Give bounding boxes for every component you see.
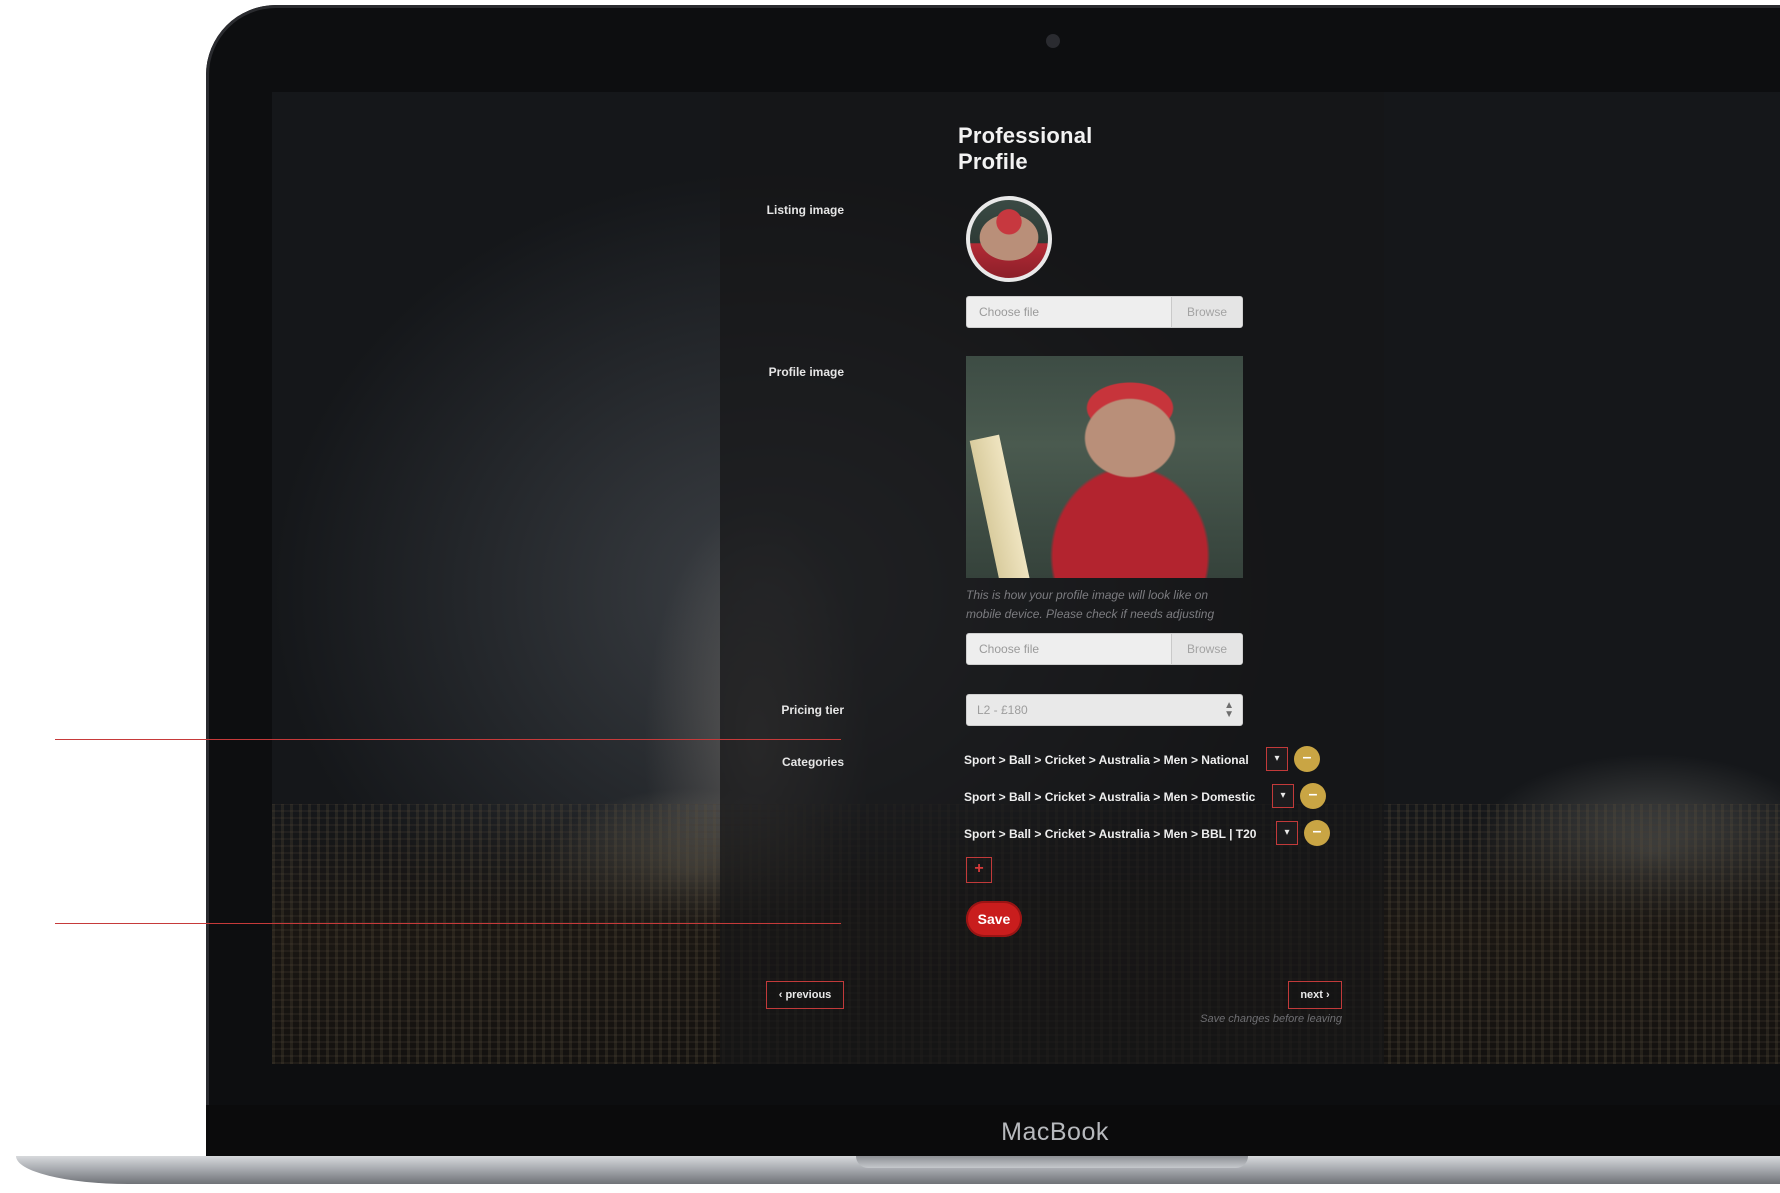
browse-button[interactable]: Browse [1171, 634, 1242, 664]
listing-image-file-input[interactable]: Choose file Browse [966, 296, 1243, 328]
categories-label: Categories [781, 755, 844, 769]
category-path: Sport > Ball > Cricket > Australia > Men… [964, 790, 1256, 804]
profile-image-preview [966, 356, 1243, 578]
category-remove-button[interactable]: – [1304, 820, 1330, 846]
camera-icon [1046, 34, 1060, 48]
category-path: Sport > Ball > Cricket > Australia > Men… [964, 753, 1249, 767]
callout-line [55, 739, 841, 740]
form-panel [720, 92, 1384, 1064]
cricket-bat-graphic [969, 434, 1033, 578]
profile-image-hint: This is how your profile image will look… [966, 588, 1215, 621]
select-arrows-icon: ▲ ▼ [1224, 700, 1234, 720]
pricing-tier-label: Pricing tier [781, 703, 844, 717]
device-brand: MacBook [1001, 1118, 1109, 1146]
category-dropdown-icon[interactable]: ▾ [1272, 784, 1294, 808]
pricing-tier-select[interactable]: L2 - £180 ▲ ▼ [966, 694, 1243, 726]
profile-image-file-input[interactable]: Choose file Browse [966, 633, 1243, 665]
add-category-button[interactable]: + [966, 857, 992, 883]
browse-button[interactable]: Browse [1171, 297, 1242, 327]
next-label: next [1300, 989, 1323, 1001]
pricing-tier-value: L2 - £180 [977, 703, 1028, 717]
previous-button[interactable]: ‹ previous [766, 981, 844, 1009]
category-dropdown-icon[interactable]: ▾ [1266, 747, 1288, 771]
file-placeholder: Choose file [979, 642, 1040, 656]
category-dropdown-icon[interactable]: ▾ [1276, 821, 1298, 845]
category-remove-button[interactable]: – [1294, 746, 1320, 772]
previous-label: previous [785, 989, 832, 1001]
next-button[interactable]: next › [1288, 981, 1342, 1009]
category-remove-button[interactable]: – [1300, 783, 1326, 809]
listing-image-label: Listing image [766, 203, 844, 217]
page-title: Professional Profile [958, 123, 1093, 174]
save-reminder-note: Save changes before leaving [1200, 1013, 1342, 1025]
category-path: Sport > Ball > Cricket > Australia > Men… [964, 827, 1257, 841]
laptop-notch [856, 1156, 1248, 1168]
profile-image-label: Profile image [768, 365, 844, 379]
save-button[interactable]: Save [966, 901, 1022, 937]
callout-line [55, 923, 841, 924]
file-placeholder: Choose file [979, 305, 1040, 319]
chevron-right-icon: › [1322, 989, 1330, 1001]
listing-image-avatar [966, 196, 1052, 282]
